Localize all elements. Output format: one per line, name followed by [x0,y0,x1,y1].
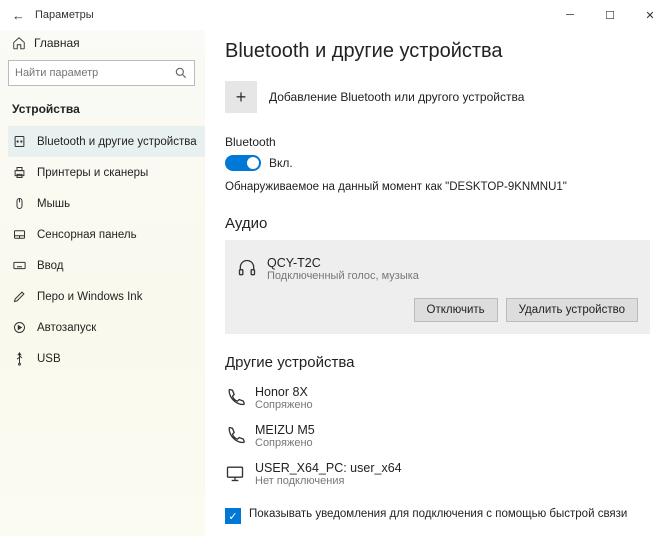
disconnect-button[interactable]: Отключить [414,298,498,322]
home-icon [12,36,26,50]
keyboard-icon [12,258,27,273]
sidebar-item-label: Мышь [37,198,70,210]
autoplay-icon [12,320,27,335]
sidebar-item-label: USB [37,353,61,365]
sidebar-item-label: Ввод [37,260,64,272]
device-status: Сопряжено [255,399,650,411]
swift-pair-checkbox-row[interactable]: ✓ Показывать уведомления для подключения… [225,507,650,524]
search-icon [174,66,188,80]
bluetooth-label: Bluetooth [225,135,650,149]
touchpad-icon [12,227,27,242]
sidebar-item-pen[interactable]: Перо и Windows Ink [8,281,205,312]
home-label: Главная [34,36,80,50]
device-name: USER_X64_PC: user_x64 [255,461,650,475]
usb-icon [12,351,27,366]
sidebar-item-label: Bluetooth и другие устройства [37,136,197,148]
headphones-icon [237,258,257,278]
mouse-icon [12,196,27,211]
sidebar-item-touchpad[interactable]: Сенсорная панель [8,219,205,250]
other-device-row[interactable]: Honor 8X Сопряжено [225,379,650,417]
sidebar-item-usb[interactable]: USB [8,343,205,374]
device-status: Нет подключения [255,475,650,487]
bluetooth-toggle-state: Вкл. [269,156,293,170]
add-device-button[interactable]: + Добавление Bluetooth или другого устро… [225,81,650,113]
sidebar-section-title: Устройства [8,98,205,126]
audio-device-card[interactable]: QCY-T2C Подключенный голос, музыка Отклю… [225,240,650,334]
monitor-icon [225,463,245,483]
remove-device-button[interactable]: Удалить устройство [506,298,638,322]
audio-device-name: QCY-T2C [267,256,638,270]
bluetooth-icon [12,134,27,149]
device-name: Honor 8X [255,385,650,399]
sidebar-item-label: Сенсорная панель [37,229,137,241]
sidebar-item-label: Принтеры и сканеры [37,167,148,179]
swift-pair-label: Показывать уведомления для подключения с… [249,507,627,522]
sidebar-item-mouse[interactable]: Мышь [8,188,205,219]
page-title: Bluetooth и другие устройства [225,40,650,63]
other-devices-title: Другие устройства [225,354,650,371]
checkbox-checked-icon[interactable]: ✓ [225,508,241,524]
sidebar-item-printers[interactable]: Принтеры и сканеры [8,157,205,188]
audio-device-status: Подключенный голос, музыка [267,270,638,282]
device-name: MEIZU M5 [255,423,650,437]
audio-section-title: Аудио [225,215,650,232]
maximize-button[interactable]: ☐ [590,0,630,30]
sidebar-item-typing[interactable]: Ввод [8,250,205,281]
content: Bluetooth и другие устройства + Добавлен… [205,30,670,536]
pen-icon [12,289,27,304]
add-device-label: Добавление Bluetooth или другого устройс… [269,90,524,104]
bluetooth-toggle[interactable] [225,155,261,171]
close-button[interactable]: ✕ [630,0,670,30]
plus-icon: + [225,81,257,113]
discoverable-text: Обнаруживаемое на данный момент как "DES… [225,181,650,193]
minimize-button[interactable]: ─ [550,0,590,30]
sidebar-item-bluetooth[interactable]: Bluetooth и другие устройства [8,126,205,157]
phone-icon [225,387,245,407]
printer-icon [12,165,27,180]
other-device-row[interactable]: MEIZU M5 Сопряжено [225,417,650,455]
sidebar-item-label: Перо и Windows Ink [37,291,142,303]
device-status: Сопряжено [255,437,650,449]
back-button[interactable]: ← [12,8,25,23]
sidebar: Главная Устройства Bluetooth и другие ус… [0,30,205,536]
sidebar-item-autoplay[interactable]: Автозапуск [8,312,205,343]
home-link[interactable]: Главная [8,30,205,60]
search-box[interactable] [8,60,195,86]
window-title: Параметры [35,9,94,21]
other-device-row[interactable]: USER_X64_PC: user_x64 Нет подключения [225,455,650,493]
titlebar: ← Параметры ─ ☐ ✕ [0,0,670,30]
sidebar-item-label: Автозапуск [37,322,96,334]
phone-icon [225,425,245,445]
search-input[interactable] [15,67,174,79]
